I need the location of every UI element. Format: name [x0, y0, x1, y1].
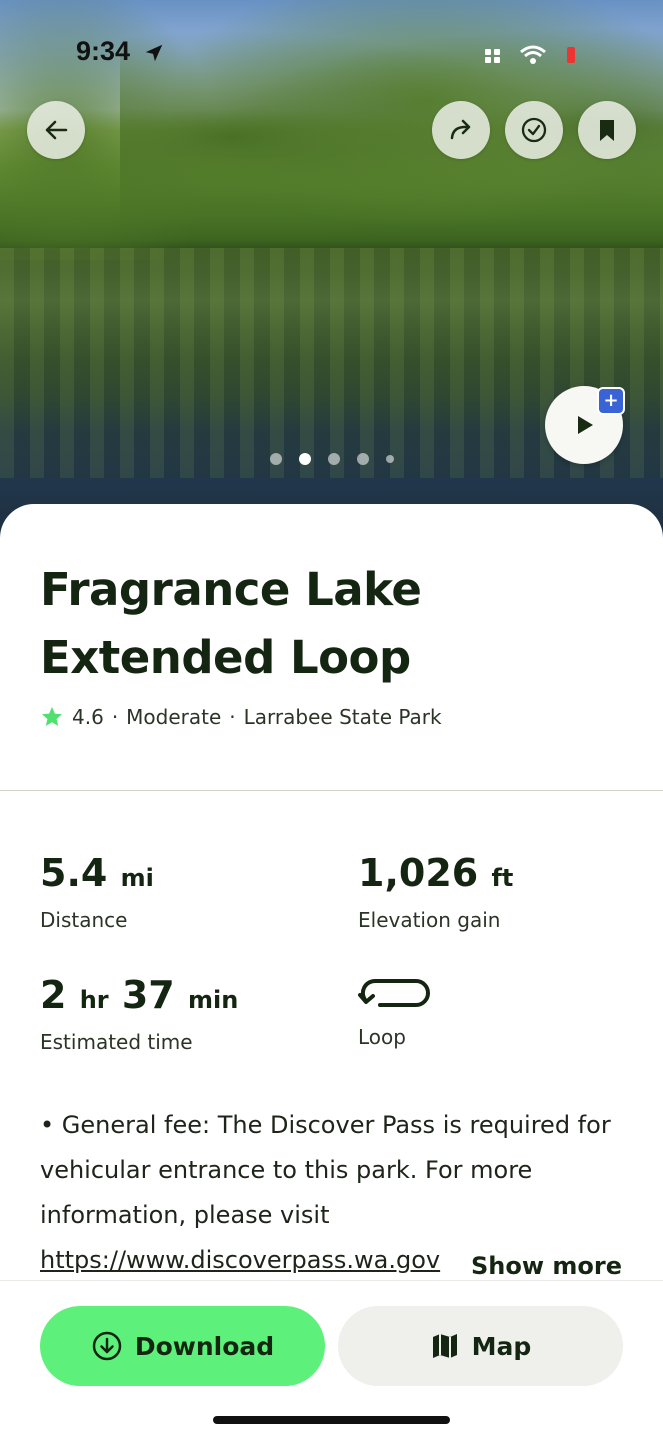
carousel-dot-active[interactable] [298, 453, 311, 465]
photo-shade [0, 0, 663, 170]
carousel-dot[interactable] [385, 455, 394, 463]
status-indicators [485, 44, 577, 66]
elevation-value-row: 1,026 ft [358, 851, 513, 900]
share-arrow-icon [450, 119, 471, 140]
download-circle-icon [92, 1331, 122, 1361]
download-label: Download [134, 1331, 275, 1361]
distance-label: Distance [40, 908, 128, 932]
stat-estimated-time: 2 hr 37 min Estimated time [40, 973, 238, 1054]
time-hours-unit: hr [79, 986, 109, 1014]
stat-elevation: 1,026 ft Elevation gain [358, 851, 513, 932]
trail-title: Fragrance Lake Extended Loop [40, 563, 422, 684]
loop-route-icon [358, 978, 430, 1007]
battery-low-icon [567, 47, 575, 63]
distance-unit: mi [120, 864, 154, 892]
bookmark-icon [600, 120, 614, 141]
location-arrow-icon [145, 44, 163, 62]
distance-value: 5.4 [40, 851, 108, 895]
home-indicator[interactable] [213, 1416, 450, 1424]
plus-badge-icon: + [597, 387, 625, 415]
download-button[interactable]: Download [40, 1306, 325, 1386]
elevation-value: 1,026 [358, 851, 479, 895]
share-button[interactable] [432, 101, 490, 159]
cellular-icon [485, 49, 500, 63]
map-button[interactable]: Map [338, 1306, 623, 1386]
back-button[interactable] [27, 101, 85, 159]
time-minutes-unit: min [187, 986, 239, 1014]
distance-value-row: 5.4 mi [40, 851, 154, 900]
carousel-dot[interactable] [327, 453, 340, 465]
route-icon-row [358, 973, 432, 1017]
time-label: Estimated time [40, 1030, 193, 1054]
status-time: 9:34 [76, 36, 131, 66]
description-text: • General fee: The Discover Pass is requ… [40, 1111, 611, 1229]
section-divider [0, 790, 663, 791]
time-hours: 2 [40, 973, 67, 1017]
map-label: Map [471, 1331, 532, 1361]
trail-rating: 4.6 [72, 705, 104, 729]
play-icon [578, 416, 593, 434]
trail-difficulty: Moderate [126, 705, 222, 729]
stat-route-type: Loop [358, 973, 432, 1049]
check-circle-icon [521, 117, 547, 143]
meta-separator: · [111, 705, 119, 729]
time-value-row: 2 hr 37 min [40, 973, 238, 1022]
mark-completed-button[interactable] [505, 101, 563, 159]
carousel-dot[interactable] [356, 453, 369, 465]
elevation-label: Elevation gain [358, 908, 501, 932]
show-more-button[interactable]: Show more [453, 1252, 622, 1280]
discover-pass-link[interactable]: https://www.discoverpass.wa.gov [40, 1246, 440, 1274]
stat-distance: 5.4 mi Distance [40, 851, 154, 932]
wifi-icon [520, 45, 546, 64]
meta-separator: · [229, 705, 236, 729]
route-type-label: Loop [358, 1025, 406, 1049]
star-icon [42, 707, 62, 726]
elevation-unit: ft [491, 864, 514, 892]
save-bookmark-button[interactable] [578, 101, 636, 159]
trail-meta: 4.6 · Moderate · Larrabee State Park [40, 705, 442, 729]
carousel-dot[interactable] [269, 453, 282, 465]
arrow-left-icon [45, 120, 68, 140]
map-icon [432, 1334, 457, 1358]
time-minutes: 37 [121, 973, 175, 1017]
trail-park-link[interactable]: Larrabee State Park [244, 705, 442, 729]
